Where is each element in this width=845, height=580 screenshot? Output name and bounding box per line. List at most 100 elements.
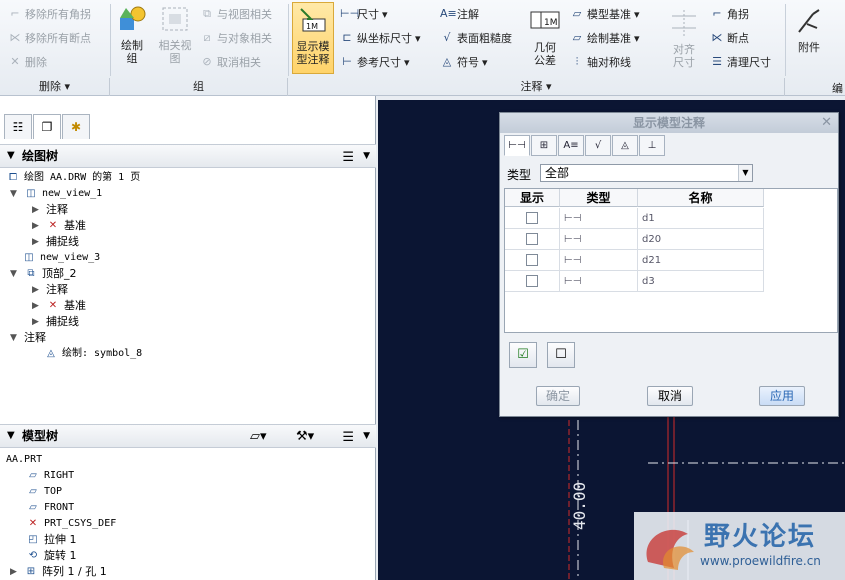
note-icon: A≡: [440, 7, 457, 20]
unrelate-icon: ⊘: [202, 55, 212, 68]
tab-dimensions[interactable]: ⊢⊣: [504, 135, 530, 156]
symbol-button[interactable]: ◬ 符号 ▾: [440, 54, 488, 70]
chevron-down-icon[interactable]: ▼: [363, 425, 370, 447]
annotate-group-label[interactable]: 注释 ▾: [288, 78, 785, 96]
tab-datums[interactable]: ⊥: [639, 135, 665, 156]
draw-datum-button[interactable]: ▱ 绘制基准 ▾: [570, 30, 640, 46]
annotation-name: d20: [638, 229, 764, 250]
tab-layers[interactable]: ❐: [33, 114, 61, 139]
tree-row-symbol[interactable]: ◬ 绘制: symbol_8: [44, 346, 142, 362]
dimension-type-icon: ⊢⊣: [560, 229, 638, 250]
deselect-all-button[interactable]: ☐: [547, 342, 575, 368]
row-checkbox[interactable]: [505, 208, 560, 229]
tree-row-part[interactable]: AA.PRT: [6, 452, 42, 468]
drawing-tree-header[interactable]: ▼ 绘图树 ☰ ▼: [0, 144, 376, 168]
delete-button[interactable]: ✕ 删除: [8, 54, 47, 70]
draw-datum-icon: ▱: [572, 31, 582, 44]
dialog-title: 显示模型注释: [500, 113, 838, 133]
column-header-show[interactable]: 显示: [505, 189, 560, 207]
clean-dimensions-icon: ☰: [712, 55, 722, 68]
tree-row-extrude[interactable]: ◰ 拉伸 1: [26, 532, 76, 548]
model-tree-header[interactable]: ▼ 模型树 ▱▾ ⚒▾ ☰ ▼: [0, 424, 376, 448]
tree-row-datum[interactable]: ▶ ✕ 基准: [32, 298, 86, 314]
tree-row-datum-plane[interactable]: ▱ RIGHT: [26, 468, 74, 484]
draw-group-button[interactable]: 绘制 组: [112, 4, 152, 65]
tree-row-datum-plane[interactable]: ▱ TOP: [26, 484, 62, 500]
row-checkbox[interactable]: [505, 271, 560, 292]
chevron-down-icon[interactable]: ▼: [363, 145, 370, 167]
chevron-down-icon: ▼: [738, 165, 752, 181]
show-model-annotations-button[interactable]: 1M 显示模 型注释: [292, 2, 334, 74]
dimension-icon: ⊢⊣: [340, 7, 360, 20]
tree-row-datum-plane[interactable]: ▱ FRONT: [26, 500, 74, 516]
reference-dimension-button[interactable]: ⊢ 参考尺寸 ▾: [340, 54, 409, 70]
settings-menu-icon[interactable]: ☰: [342, 147, 354, 169]
checkbox[interactable]: [526, 233, 538, 245]
ribbon: ⌐ 移除所有角拐 ⋉ 移除所有断点 ✕ 删除 删除 ▾ 绘制 组 相关视 图 ⧉ 与视图…: [0, 0, 845, 96]
related-view-button[interactable]: 相关视 图: [154, 4, 196, 65]
apply-button[interactable]: 应用: [759, 386, 805, 406]
tree-row-view[interactable]: ◫ new_view_3: [22, 250, 100, 266]
checkbox[interactable]: [526, 212, 538, 224]
tree-row-annotations[interactable]: ▼ 注释: [10, 330, 46, 346]
tree-row-view[interactable]: ▼ ⧉ 顶部_2: [10, 266, 77, 282]
tab-favorites[interactable]: ✱: [62, 114, 90, 139]
tab-surface-finishes[interactable]: √: [585, 135, 611, 156]
expand-icon: ▶: [32, 237, 39, 247]
note-button[interactable]: A≡ 注解: [440, 6, 479, 22]
axis-symmetry-button[interactable]: ⫶ 轴对称线: [570, 54, 631, 70]
tree-row-revolve[interactable]: ⟲ 旋转 1: [26, 548, 77, 564]
tree-row-annotations[interactable]: ▶ 注释: [32, 282, 68, 298]
checkbox[interactable]: [526, 254, 538, 266]
breakpoint-button[interactable]: ⋉ 断点: [710, 30, 750, 46]
sheet-icon: ⧠: [9, 172, 17, 183]
tab-symbols[interactable]: ◬: [612, 135, 638, 156]
expand-icon: ▼: [10, 189, 17, 199]
tree-row-datum[interactable]: ▶ ✕ 基准: [32, 218, 86, 234]
close-icon[interactable]: ✕: [821, 115, 832, 130]
tab-geometric-tolerances[interactable]: ⊞: [531, 135, 557, 156]
relate-to-view-button[interactable]: ⧉ 与视图相关: [200, 6, 272, 22]
tree-row-view[interactable]: ▼ ◫ new_view_1: [10, 186, 102, 202]
tab-notes[interactable]: A≡: [558, 135, 584, 156]
unrelate-button[interactable]: ⊘ 取消相关: [200, 54, 261, 70]
remove-all-corners-button[interactable]: ⌐ 移除所有角拐: [8, 6, 91, 22]
relate-to-object-button[interactable]: ⧄ 与对象相关: [200, 30, 273, 46]
settings-menu-icon[interactable]: ☰: [342, 427, 354, 449]
tree-row-csys[interactable]: ✕ PRT_CSYS_DEF: [26, 516, 116, 532]
collapse-icon: ▼: [7, 430, 15, 441]
ok-button[interactable]: 确定: [536, 386, 580, 406]
surface-finish-button[interactable]: √ 表面粗糙度: [440, 30, 512, 46]
cancel-button[interactable]: 取消: [647, 386, 693, 406]
geometric-tolerance-button[interactable]: 1M 几何 公差: [526, 6, 564, 67]
align-dimension-button[interactable]: 对齐 尺寸: [664, 8, 704, 69]
watermark-url: www.proewildfire.cn: [700, 554, 821, 568]
column-header-name[interactable]: 名称: [638, 189, 764, 207]
view-icon: ⧉: [27, 268, 35, 279]
show-model-annotations-icon: 1M: [300, 8, 326, 32]
dimension-button[interactable]: ⊢⊣ 尺寸 ▾: [340, 6, 388, 22]
tree-row-snap-lines[interactable]: ▶ 捕捉线: [32, 234, 79, 250]
ordinate-dimension-button[interactable]: ⊏ 纵坐标尺寸 ▾: [340, 30, 420, 46]
tab-model-tree[interactable]: ☷: [4, 114, 32, 139]
tree-row-snap-lines[interactable]: ▶ 捕捉线: [32, 314, 79, 330]
checkbox[interactable]: [526, 275, 538, 287]
attach-button[interactable]: 附件: [790, 6, 828, 54]
select-all-button[interactable]: ☑: [509, 342, 537, 368]
row-checkbox[interactable]: [505, 250, 560, 271]
row-checkbox[interactable]: [505, 229, 560, 250]
symbol-icon: ◬: [442, 55, 452, 68]
model-datum-button[interactable]: ▱ 模型基准 ▾: [570, 6, 640, 22]
clean-dimensions-button[interactable]: ☰ 清理尺寸: [710, 54, 771, 70]
corner-button[interactable]: ⌐ 角拐: [710, 6, 749, 22]
type-select[interactable]: 全部 ▼: [540, 164, 753, 182]
tree-row-pattern[interactable]: ▶ ⊞ 阵列 1 / 孔 1: [10, 564, 107, 580]
tree-row-annotations[interactable]: ▶ 注释: [32, 202, 68, 218]
dimension-label[interactable]: 40.00: [570, 420, 589, 530]
tools-icon[interactable]: ⚒▾: [296, 426, 314, 448]
remove-all-breaks-button[interactable]: ⋉ 移除所有断点: [8, 30, 92, 46]
show-icon[interactable]: ▱▾: [250, 426, 267, 448]
tree-row-sheet[interactable]: ⧠ 绘图 AA.DRW 的第 1 页: [6, 170, 140, 186]
delete-group-label[interactable]: 删除 ▾: [0, 78, 110, 96]
column-header-type[interactable]: 类型: [560, 189, 638, 207]
